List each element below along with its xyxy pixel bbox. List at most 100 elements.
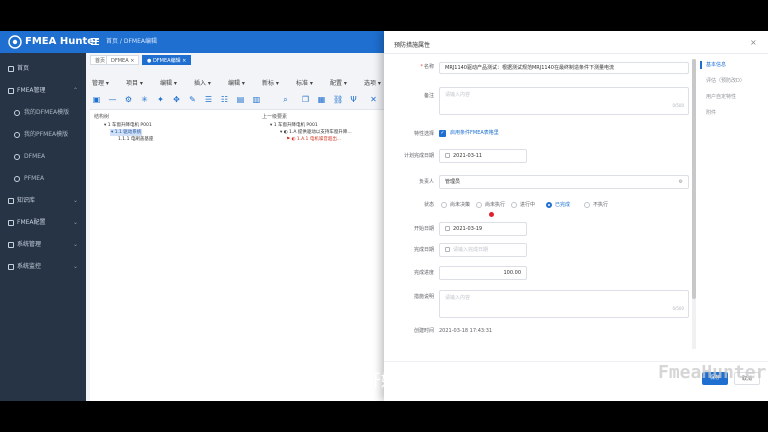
section-nav-item[interactable]: 评估（预防改D）	[706, 77, 745, 84]
start-date-picker[interactable]: 2021-03-19	[439, 222, 527, 236]
dot-icon	[14, 154, 20, 160]
owner-select[interactable]: 管理员 ⚙	[439, 175, 689, 189]
plan-date-picker[interactable]: 2021-03-11	[439, 149, 527, 163]
menu-item[interactable]: 选项 ▾	[364, 78, 381, 90]
tree-node[interactable]: ▾ ◐ 1.A 提供驱动以支持车窗升降...	[280, 129, 352, 136]
sidebar-item-label: 首页	[17, 65, 30, 72]
sidebar-item[interactable]: DFMEA	[0, 147, 86, 167]
move-icon[interactable]: ✥	[172, 95, 181, 104]
logo-icon	[8, 35, 22, 49]
name-input[interactable]: MRJ1140驱动产品测试：根据测试规范MRJ1140在最终制造条件下测量电流	[439, 62, 689, 74]
measure-properties-dialog: 预防措施属性 × *名称 MRJ1140驱动产品测试：根据测试规范MRJ1140…	[384, 31, 768, 401]
sidebar-item[interactable]: 知识库 ⌄	[0, 191, 86, 211]
finish-date-label: 完成日期	[413, 247, 434, 253]
menu-item[interactable]: 管理 ▾	[92, 78, 109, 90]
table-icon[interactable]: ▤	[236, 95, 245, 104]
sidebar-item[interactable]: 系统监控 ⌄	[0, 257, 86, 277]
sidebar-item-label: 系统监控	[17, 263, 42, 270]
status-radio[interactable]	[441, 202, 447, 208]
minus-icon[interactable]: —	[108, 95, 117, 104]
status-radio-label: 尚未执行	[485, 202, 506, 208]
tree-panes: 结构树 上一级要素 ▾ 1 车窗升降电机 P001 ▾ 1.1 驱动系统 1.1.1…	[90, 109, 390, 401]
section-nav-item[interactable]: 基本信息	[706, 61, 726, 68]
remark-textarea[interactable]: 请输入内容 0/500	[439, 87, 689, 115]
sidebar-item[interactable]: 我的PFMEA模版	[0, 125, 86, 145]
chevron-icon: ⌃	[72, 87, 78, 94]
star-icon[interactable]: ✦	[156, 95, 165, 104]
section-nav-item[interactable]: 附件	[706, 109, 716, 116]
menu-toggle-icon[interactable]	[90, 36, 100, 46]
fork-icon[interactable]: Ψ	[349, 95, 358, 104]
finish-date-picker[interactable]: 请输入完成日期	[439, 243, 527, 257]
status-radio[interactable]	[584, 202, 590, 208]
feature-checkbox[interactable]: ✓	[439, 130, 446, 137]
sidebar-item[interactable]: FMEA配置 ⌄	[0, 213, 86, 233]
home-icon	[8, 66, 14, 72]
start-date-label: 开始日期	[413, 226, 434, 232]
tree-node[interactable]: ▾ 1.1 驱动系统	[110, 129, 143, 136]
breadcrumb: 首页 / DFMEA编辑	[106, 38, 157, 45]
settings-icon[interactable]: ⚙	[679, 176, 683, 188]
chevron-icon: ⌄	[72, 241, 78, 248]
section-nav-item[interactable]: 用户自定特性	[706, 93, 736, 100]
created-time-label: 创建时间	[413, 328, 434, 334]
status-radio-label: 已完成	[555, 202, 571, 208]
tab-1[interactable]: DFMEA ×	[106, 55, 140, 65]
sidebar-item[interactable]: 系统管理 ⌄	[0, 235, 86, 255]
tree-node[interactable]: 1.1.1 电刷盖基座	[118, 136, 153, 143]
calendar-icon	[445, 226, 450, 231]
sidebar-item[interactable]: 我的DFMEA模版	[0, 103, 86, 123]
sidebar-item[interactable]: 首页	[0, 59, 86, 79]
close-icon[interactable]: ×	[750, 39, 757, 47]
status-radio[interactable]	[511, 202, 517, 208]
menu-item[interactable]: 编辑 ▾	[228, 78, 245, 90]
sidebar-item[interactable]: FMEA管理 ⌃	[0, 81, 86, 101]
right-pane-title: 上一级要素	[262, 114, 288, 120]
tree-node[interactable]: ⚑ ◐ 1.A.1 电机噪音超出...	[286, 136, 341, 143]
rows-icon[interactable]: ☷	[220, 95, 229, 104]
sidebar-item-label: 我的PFMEA模版	[24, 131, 69, 138]
tab-2[interactable]: ● DFMEA编辑 ×	[142, 55, 192, 65]
menu-item[interactable]: 新标 ▾	[262, 78, 279, 90]
menu-item[interactable]: 项目 ▾	[126, 78, 143, 90]
progress-input[interactable]: 100.00	[439, 266, 527, 280]
status-radio-label: 进行中	[520, 202, 536, 208]
progress-label: 完成进度	[413, 270, 434, 276]
tree-node[interactable]: ▾ 1 车窗升降电机 P001	[104, 122, 152, 129]
status-radio-label: 不执行	[593, 202, 609, 208]
dot-icon	[14, 110, 20, 116]
scrollbar-thumb[interactable]	[692, 59, 696, 299]
menu-bar: 管理 ▾ 项目 ▾ 编辑 ▾ 插入 ▾ 编辑 ▾ 新标 ▾ 标准 ▾ 配置 ▾ 选项 ▾	[86, 78, 390, 90]
edit-icon[interactable]: ✎	[188, 95, 197, 104]
form-scrollbar[interactable]	[692, 59, 696, 349]
export-icon[interactable]: ▦	[317, 95, 326, 104]
link-icon[interactable]: ⛓	[333, 95, 343, 104]
created-time-value: 2021-03-18 17:43:31	[439, 328, 493, 334]
menu-item[interactable]: 配置 ▾	[330, 78, 347, 90]
copy-icon[interactable]: ❐	[301, 95, 310, 104]
sidebar-item[interactable]: PFMEA	[0, 169, 86, 189]
folder-icon	[8, 88, 14, 94]
close-icon[interactable]: ✕	[369, 95, 378, 104]
sidebar-item-label: FMEA配置	[17, 219, 46, 226]
status-label: 状态	[423, 202, 434, 208]
menu-item[interactable]: 插入 ▾	[194, 78, 211, 90]
menu-item[interactable]: 标准 ▾	[296, 78, 313, 90]
search-icon[interactable]: ⌕	[281, 95, 290, 104]
chevron-icon: ⌄	[72, 197, 78, 204]
sun-icon[interactable]: ✳	[140, 95, 149, 104]
columns-icon[interactable]: ▥	[252, 95, 261, 104]
status-radio[interactable]	[476, 202, 482, 208]
sidebar-item-label: PFMEA	[24, 175, 45, 182]
grid-icon[interactable]: ▣	[92, 95, 101, 104]
owner-label: 负责人	[418, 179, 434, 185]
settings-icon[interactable]: ⚙	[124, 95, 133, 104]
tree-node[interactable]: ▾ 1 车窗升降电机 P001	[270, 122, 318, 129]
dialog-title: 预防措施属性	[394, 42, 431, 49]
status-radio[interactable]	[546, 202, 552, 208]
evidence-textarea[interactable]: 请输入内容 0/500	[439, 290, 689, 318]
book-icon	[8, 198, 14, 204]
menu-item[interactable]: 编辑 ▾	[160, 78, 177, 90]
video-subtitle: 填写负责人 状态 开始日期等信息后保存	[234, 371, 534, 391]
list-icon[interactable]: ☰	[204, 95, 213, 104]
